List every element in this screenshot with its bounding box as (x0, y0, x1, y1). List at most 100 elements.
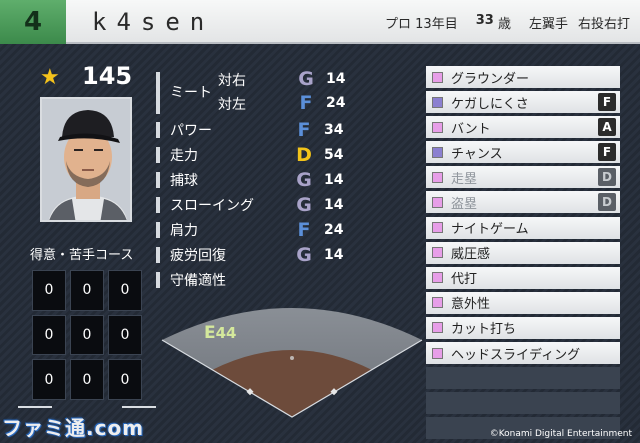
zone-cell: 0 (32, 270, 66, 311)
stat-bar (156, 272, 160, 288)
skill-type-icon (432, 196, 443, 208)
meet-vs-left-label: 対左 (218, 97, 246, 113)
skill-item[interactable]: 走塁 D (426, 166, 620, 189)
meet-vs-right-label: 対右 (218, 73, 246, 89)
skill-item[interactable]: ヘッドスライディング (426, 342, 620, 365)
skill-name: 威圧感 (451, 247, 491, 263)
stat-label: 捕球 (170, 173, 198, 189)
stat-row-speed: 走力 D 54 (156, 144, 356, 166)
stat-grade: G (296, 194, 312, 216)
age-value: 33 (475, 13, 494, 28)
star-icon: ★ (40, 65, 60, 90)
skill-item[interactable]: ケガしにくさ F (426, 91, 620, 114)
skill-type-icon (432, 347, 443, 359)
skill-name: 盗塁 (451, 196, 478, 212)
stat-grade: F (297, 119, 311, 141)
zone-cell: 0 (108, 270, 142, 311)
stat-label: 肩力 (170, 223, 198, 239)
skill-item[interactable]: 盗塁 D (426, 191, 620, 214)
stat-row-recovery: 疲労回復 G 14 (156, 244, 356, 266)
stat-bar (156, 122, 160, 138)
meet-label: ミート (170, 85, 212, 101)
skill-item[interactable]: バント A (426, 116, 620, 139)
player-info: プロ 13年目 33 歳 左翼手 右投右打 (385, 13, 630, 32)
skill-item[interactable]: カット打ち (426, 316, 620, 339)
skill-name: カット打ち (451, 322, 517, 338)
zone-cell: 0 (70, 270, 104, 311)
stat-value: 34 (324, 122, 344, 138)
stat-row-position-aptitude: 守備適性 (156, 269, 356, 291)
skill-type-icon (432, 96, 443, 108)
overall-rating: 145 (82, 62, 133, 90)
stat-grade: D (296, 144, 312, 166)
player-portrait (40, 97, 132, 222)
copyright-notice: ©Konami Digital Entertainment (489, 429, 632, 439)
stat-label: スローイング (170, 198, 254, 214)
stat-label: 守備適性 (170, 273, 226, 289)
skill-type-icon (432, 171, 443, 183)
skill-name: グラウンダー (451, 71, 530, 87)
skill-type-icon (432, 247, 443, 259)
skill-type-icon (432, 297, 443, 309)
skill-name: 走塁 (451, 171, 478, 187)
meet-vs-right-value: 14 (326, 71, 346, 87)
skill-rank-badge: D (598, 168, 616, 187)
uniform-number: 4 (0, 0, 66, 44)
zone-cell: 0 (108, 314, 142, 356)
skill-rank-badge: F (598, 143, 616, 162)
hot-cold-zone-title: 得意・苦手コース (30, 248, 134, 263)
meet-stat: ミート 対右 対左 G 14 F 24 (156, 68, 356, 116)
career-years: プロ 13年目 (385, 17, 458, 32)
position-aptitude-value: 44 (215, 324, 237, 342)
zone-cell: 0 (70, 359, 104, 400)
skill-item[interactable]: 意外性 (426, 291, 620, 314)
age-unit: 歳 (497, 17, 511, 32)
skill-type-icon (432, 146, 443, 158)
portrait-image (42, 99, 130, 220)
skill-item[interactable]: ナイトゲーム (426, 216, 620, 239)
skill-slot-empty (426, 367, 620, 390)
position-field-diagram (160, 292, 425, 422)
skill-item[interactable]: グラウンダー (426, 66, 620, 88)
throw-bat: 右投右打 (577, 17, 630, 32)
skill-rank-badge: A (598, 118, 616, 137)
site-watermark: ファミ通.com (2, 416, 145, 440)
stat-bar (156, 72, 160, 114)
skill-item[interactable]: チャンス F (426, 141, 620, 164)
stat-bar (156, 147, 160, 163)
skill-type-icon (432, 272, 443, 284)
stat-value: 14 (324, 172, 344, 188)
skill-item[interactable]: 威圧感 (426, 241, 620, 264)
stat-label: 走力 (170, 148, 198, 164)
player-name: k4sen (92, 8, 215, 36)
stat-label: パワー (170, 123, 212, 139)
meet-vs-left-grade: F (299, 92, 313, 114)
meet-vs-left-value: 24 (326, 95, 346, 111)
zone-cell: 0 (108, 359, 142, 400)
skill-type-icon (432, 121, 443, 133)
stat-row-arm: 肩力 F 24 (156, 219, 356, 241)
batter-box-line (122, 406, 156, 408)
stat-bar (156, 172, 160, 188)
skill-rank-badge: D (598, 193, 616, 212)
stat-row-throwing: スローイング G 14 (156, 194, 356, 216)
stat-row-power: パワー F 34 (156, 119, 356, 141)
skill-item[interactable]: 代打 (426, 266, 620, 289)
meet-vs-right-grade: G (298, 68, 314, 90)
skill-name: 意外性 (451, 297, 491, 313)
skill-type-icon (432, 222, 443, 234)
skills-list: グラウンダー ケガしにくさ F バント A チャンス F 走塁 D 盗塁 D ナイトゲーム… (426, 66, 620, 442)
player-header: 4 k4sen プロ 13年目 33 歳 左翼手 右投右打 (0, 0, 640, 44)
skill-type-icon (432, 71, 443, 83)
hot-cold-zone-grid: 0 0 0 0 0 0 0 0 0 (32, 270, 142, 400)
skill-name: ケガしにくさ (451, 96, 529, 112)
skill-type-icon (432, 322, 443, 334)
stat-bar (156, 197, 160, 213)
stat-value: 14 (324, 247, 344, 263)
skill-name: バント (451, 121, 491, 137)
zone-cell: 0 (70, 314, 104, 356)
skill-name: チャンス (451, 146, 503, 162)
skill-name: 代打 (451, 272, 478, 288)
baseball-field-graphic (161, 308, 423, 418)
skill-name: ナイトゲーム (451, 222, 529, 238)
